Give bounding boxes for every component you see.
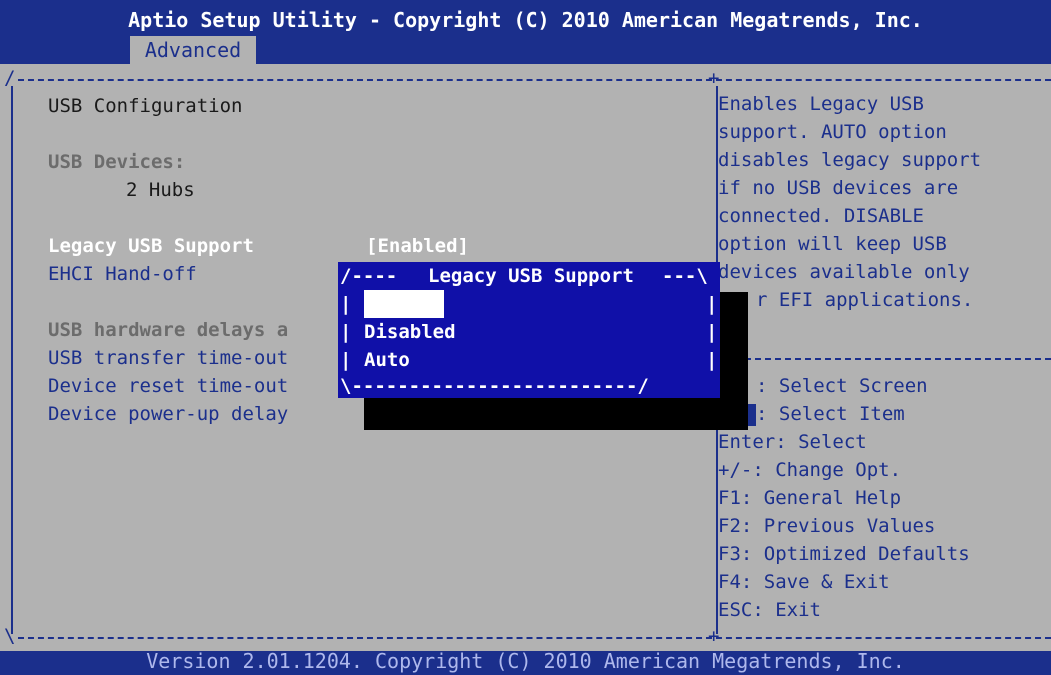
- help-text: Enables Legacy USB support. AUTO option …: [718, 90, 981, 314]
- help-line: r EFI applications.: [756, 289, 974, 311]
- frame-bottom-border: [18, 637, 1051, 639]
- popup-option-enabled[interactable]: Enabled: [364, 290, 445, 318]
- help-line: Enables Legacy USB: [718, 93, 924, 115]
- popup-bottom-border: \-------------------------/: [340, 375, 649, 397]
- popup-option-auto[interactable]: Auto: [364, 346, 410, 374]
- popup-right-border: |: [706, 321, 718, 343]
- usb-hardware-delays-label: USB hardware delays a: [48, 319, 289, 341]
- key-select-item-text: : Select Item: [756, 403, 905, 425]
- popup-right-border: |: [706, 293, 718, 315]
- device-reset-timeout-label[interactable]: Device reset time-out: [48, 372, 288, 400]
- usb-transfer-timeout-label[interactable]: USB transfer time-out: [48, 344, 288, 372]
- key-esc: ESC: Exit: [718, 599, 821, 621]
- help-separator: [745, 358, 1051, 360]
- legacy-usb-support-label[interactable]: Legacy USB Support: [48, 232, 254, 260]
- popup-left-border: |: [340, 321, 352, 343]
- key-legend: : Select Screen : Select Item Enter: Sel…: [718, 372, 970, 624]
- frame-top-border: [18, 79, 1051, 81]
- help-line: support. AUTO option: [718, 121, 947, 143]
- frame-bottom-junction: +: [708, 625, 720, 647]
- key-change-opt: +/-: Change Opt.: [718, 459, 902, 481]
- key-f4: F4: Save & Exit: [718, 571, 890, 593]
- key-enter: Enter: Select: [718, 431, 867, 453]
- device-power-up-delay-label[interactable]: Device power-up delay: [48, 400, 288, 428]
- key-f2: F2: Previous Values: [718, 515, 936, 537]
- frame-corner-bottom-left: \: [4, 625, 16, 647]
- title-bar: Aptio Setup Utility - Copyright (C) 2010…: [0, 0, 1051, 64]
- key-select-screen: : Select Screen: [756, 375, 928, 397]
- key-f1: F1: General Help: [718, 487, 902, 509]
- legacy-usb-support-popup: /---- Legacy USB Support ---\ | | | | | …: [338, 262, 720, 398]
- help-line: disables legacy support: [718, 149, 982, 171]
- footer-bar: Version 2.01.1204. Copyright (C) 2010 Am…: [0, 651, 1051, 675]
- key-select-item: : Select Item: [718, 400, 970, 428]
- popup-right-border: |: [706, 349, 718, 371]
- tab-advanced[interactable]: Advanced: [130, 36, 256, 64]
- app-title: Aptio Setup Utility - Copyright (C) 2010…: [128, 8, 923, 32]
- help-line: devices available only: [718, 261, 970, 283]
- popup-option-disabled[interactable]: Disabled: [364, 318, 456, 346]
- key-f3: F3: Optimized Defaults: [718, 543, 970, 565]
- popup-left-border: |: [340, 293, 352, 315]
- popup-top-left-border: /----: [340, 265, 398, 287]
- version-text: Version 2.01.1204. Copyright (C) 2010 Am…: [146, 651, 905, 673]
- usb-devices-value: 2 Hubs: [126, 179, 195, 201]
- popup-top-right-border: ---\: [662, 265, 708, 287]
- frame-left-border: [11, 86, 13, 634]
- help-line: connected. DISABLE: [718, 205, 924, 227]
- popup-left-border: |: [340, 349, 352, 371]
- help-line: if no USB devices are: [718, 177, 959, 199]
- frame-corner-top-left: /: [4, 67, 16, 89]
- popup-title: Legacy USB Support: [428, 265, 634, 287]
- legacy-usb-support-value[interactable]: [Enabled]: [366, 232, 469, 260]
- ehci-hand-off-label[interactable]: EHCI Hand-off: [48, 260, 197, 288]
- usb-devices-label: USB Devices:: [48, 151, 186, 173]
- section-title: USB Configuration: [48, 95, 243, 117]
- help-line: option will keep USB: [718, 233, 947, 255]
